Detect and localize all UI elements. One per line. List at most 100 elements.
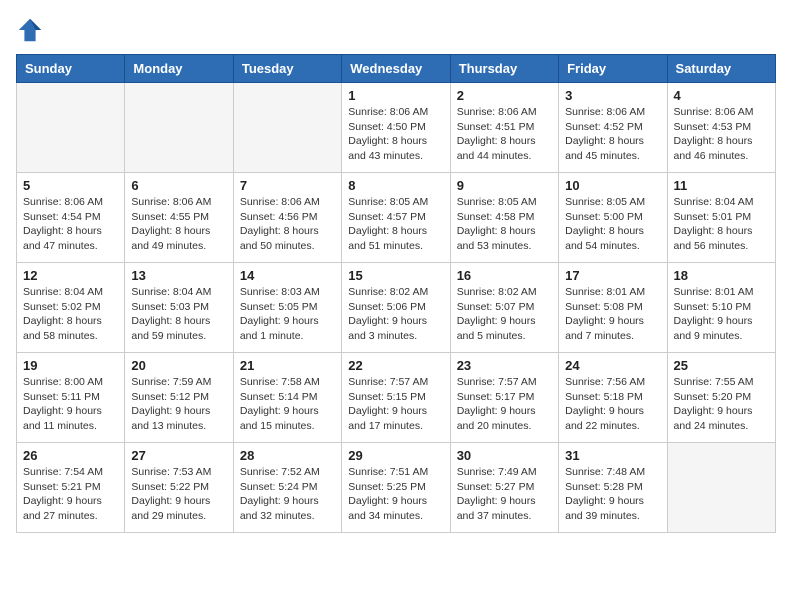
day-number: 17 [565, 268, 660, 283]
day-number: 30 [457, 448, 552, 463]
calendar-cell: 6 Sunrise: 8:06 AM Sunset: 4:55 PM Daylig… [125, 173, 233, 263]
calendar-header-row: SundayMondayTuesdayWednesdayThursdayFrid… [17, 55, 776, 83]
week-row-2: 5 Sunrise: 8:06 AM Sunset: 4:54 PM Daylig… [17, 173, 776, 263]
day-info: Sunrise: 8:06 AM Sunset: 4:51 PM Dayligh… [457, 105, 552, 164]
calendar-cell: 13 Sunrise: 8:04 AM Sunset: 5:03 PM Dayli… [125, 263, 233, 353]
day-number: 31 [565, 448, 660, 463]
header-tuesday: Tuesday [233, 55, 341, 83]
day-number: 4 [674, 88, 769, 103]
day-number: 18 [674, 268, 769, 283]
calendar-cell [17, 83, 125, 173]
calendar-cell: 29Sunrise: 7:51 AM Sunset: 5:25 PM Dayli… [342, 443, 450, 533]
day-number: 1 [348, 88, 443, 103]
day-number: 9 [457, 178, 552, 193]
day-info: Sunrise: 7:49 AM Sunset: 5:27 PM Dayligh… [457, 465, 552, 524]
day-info: Sunrise: 8:04 AM Sunset: 5:03 PM Dayligh… [131, 285, 226, 344]
day-info: Sunrise: 8:01 AM Sunset: 5:10 PM Dayligh… [674, 285, 769, 344]
calendar-cell: 26 Sunrise: 7:54 AM Sunset: 5:21 PM Dayli… [17, 443, 125, 533]
day-info: Sunrise: 8:06 AM Sunset: 4:50 PM Dayligh… [348, 105, 443, 164]
day-info: Sunrise: 8:03 AM Sunset: 5:05 PM Dayligh… [240, 285, 335, 344]
calendar-cell: 4 Sunrise: 8:06 AM Sunset: 4:53 PM Daylig… [667, 83, 775, 173]
day-number: 25 [674, 358, 769, 373]
calendar-cell: 20 Sunrise: 7:59 AM Sunset: 5:12 PM Dayli… [125, 353, 233, 443]
day-number: 29 [348, 448, 443, 463]
day-info: Sunrise: 7:53 AM Sunset: 5:22 PM Dayligh… [131, 465, 226, 524]
day-number: 8 [348, 178, 443, 193]
day-number: 21 [240, 358, 335, 373]
day-number: 5 [23, 178, 118, 193]
day-info: Sunrise: 8:02 AM Sunset: 5:06 PM Dayligh… [348, 285, 443, 344]
calendar-cell: 23 Sunrise: 7:57 AM Sunset: 5:17 PM Dayli… [450, 353, 558, 443]
calendar-cell: 21 Sunrise: 7:58 AM Sunset: 5:14 PM Dayli… [233, 353, 341, 443]
day-number: 16 [457, 268, 552, 283]
day-info: Sunrise: 7:58 AM Sunset: 5:14 PM Dayligh… [240, 375, 335, 434]
calendar-cell: 3 Sunrise: 8:06 AM Sunset: 4:52 PM Daylig… [559, 83, 667, 173]
day-number: 6 [131, 178, 226, 193]
day-info: Sunrise: 7:54 AM Sunset: 5:21 PM Dayligh… [23, 465, 118, 524]
header-sunday: Sunday [17, 55, 125, 83]
page-header [16, 16, 776, 44]
week-row-4: 19 Sunrise: 8:00 AM Sunset: 5:11 PM Dayli… [17, 353, 776, 443]
calendar-cell: 5 Sunrise: 8:06 AM Sunset: 4:54 PM Daylig… [17, 173, 125, 263]
calendar-cell: 22 Sunrise: 7:57 AM Sunset: 5:15 PM Dayli… [342, 353, 450, 443]
calendar-cell: 11 Sunrise: 8:04 AM Sunset: 5:01 PM Dayli… [667, 173, 775, 263]
day-number: 27 [131, 448, 226, 463]
day-number: 7 [240, 178, 335, 193]
day-info: Sunrise: 8:04 AM Sunset: 5:02 PM Dayligh… [23, 285, 118, 344]
day-info: Sunrise: 8:06 AM Sunset: 4:55 PM Dayligh… [131, 195, 226, 254]
calendar-cell: 16 Sunrise: 8:02 AM Sunset: 5:07 PM Dayli… [450, 263, 558, 353]
day-info: Sunrise: 7:48 AM Sunset: 5:28 PM Dayligh… [565, 465, 660, 524]
calendar-cell: 28 Sunrise: 7:52 AM Sunset: 5:24 PM Dayli… [233, 443, 341, 533]
day-number: 13 [131, 268, 226, 283]
calendar-cell [233, 83, 341, 173]
day-number: 20 [131, 358, 226, 373]
day-info: Sunrise: 7:52 AM Sunset: 5:24 PM Dayligh… [240, 465, 335, 524]
day-info: Sunrise: 8:06 AM Sunset: 4:56 PM Dayligh… [240, 195, 335, 254]
day-number: 15 [348, 268, 443, 283]
day-number: 11 [674, 178, 769, 193]
calendar-cell: 18 Sunrise: 8:01 AM Sunset: 5:10 PM Dayli… [667, 263, 775, 353]
calendar-cell: 30 Sunrise: 7:49 AM Sunset: 5:27 PM Dayli… [450, 443, 558, 533]
logo [16, 16, 48, 44]
day-info: Sunrise: 7:57 AM Sunset: 5:17 PM Dayligh… [457, 375, 552, 434]
calendar-cell: 19 Sunrise: 8:00 AM Sunset: 5:11 PM Dayli… [17, 353, 125, 443]
day-info: Sunrise: 8:05 AM Sunset: 5:00 PM Dayligh… [565, 195, 660, 254]
calendar-cell: 2 Sunrise: 8:06 AM Sunset: 4:51 PM Daylig… [450, 83, 558, 173]
day-number: 14 [240, 268, 335, 283]
logo-icon [16, 16, 44, 44]
header-saturday: Saturday [667, 55, 775, 83]
header-monday: Monday [125, 55, 233, 83]
calendar-cell: 27 Sunrise: 7:53 AM Sunset: 5:22 PM Dayli… [125, 443, 233, 533]
calendar-cell: 8 Sunrise: 8:05 AM Sunset: 4:57 PM Daylig… [342, 173, 450, 263]
day-number: 23 [457, 358, 552, 373]
day-info: Sunrise: 8:05 AM Sunset: 4:57 PM Dayligh… [348, 195, 443, 254]
day-info: Sunrise: 7:56 AM Sunset: 5:18 PM Dayligh… [565, 375, 660, 434]
day-number: 19 [23, 358, 118, 373]
day-info: Sunrise: 8:04 AM Sunset: 5:01 PM Dayligh… [674, 195, 769, 254]
day-number: 28 [240, 448, 335, 463]
day-number: 2 [457, 88, 552, 103]
calendar-cell [667, 443, 775, 533]
calendar-cell: 12Sunrise: 8:04 AM Sunset: 5:02 PM Dayli… [17, 263, 125, 353]
day-number: 22 [348, 358, 443, 373]
day-info: Sunrise: 8:02 AM Sunset: 5:07 PM Dayligh… [457, 285, 552, 344]
header-thursday: Thursday [450, 55, 558, 83]
calendar-table: SundayMondayTuesdayWednesdayThursdayFrid… [16, 54, 776, 533]
calendar-cell: 17 Sunrise: 8:01 AM Sunset: 5:08 PM Dayli… [559, 263, 667, 353]
calendar-cell [125, 83, 233, 173]
day-info: Sunrise: 8:05 AM Sunset: 4:58 PM Dayligh… [457, 195, 552, 254]
day-info: Sunrise: 8:06 AM Sunset: 4:52 PM Dayligh… [565, 105, 660, 164]
day-info: Sunrise: 8:06 AM Sunset: 4:54 PM Dayligh… [23, 195, 118, 254]
calendar-cell: 14 Sunrise: 8:03 AM Sunset: 5:05 PM Dayli… [233, 263, 341, 353]
day-info: Sunrise: 7:59 AM Sunset: 5:12 PM Dayligh… [131, 375, 226, 434]
day-info: Sunrise: 8:01 AM Sunset: 5:08 PM Dayligh… [565, 285, 660, 344]
week-row-3: 12Sunrise: 8:04 AM Sunset: 5:02 PM Dayli… [17, 263, 776, 353]
day-info: Sunrise: 8:00 AM Sunset: 5:11 PM Dayligh… [23, 375, 118, 434]
day-number: 3 [565, 88, 660, 103]
day-info: Sunrise: 8:06 AM Sunset: 4:53 PM Dayligh… [674, 105, 769, 164]
header-friday: Friday [559, 55, 667, 83]
day-number: 26 [23, 448, 118, 463]
calendar-cell: 15 Sunrise: 8:02 AM Sunset: 5:06 PM Dayli… [342, 263, 450, 353]
calendar-cell: 10Sunrise: 8:05 AM Sunset: 5:00 PM Dayli… [559, 173, 667, 263]
day-info: Sunrise: 7:57 AM Sunset: 5:15 PM Dayligh… [348, 375, 443, 434]
